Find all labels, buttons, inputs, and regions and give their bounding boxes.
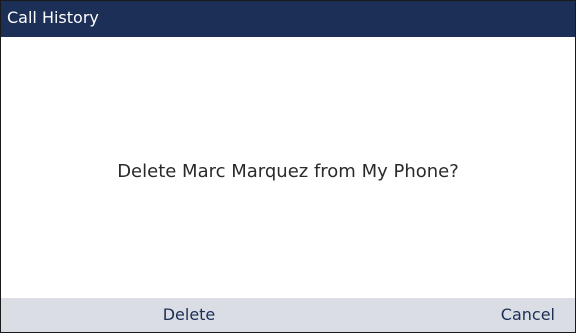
delete-softkey[interactable]: Delete (161, 298, 217, 332)
softkey-bar: Delete Cancel (1, 298, 575, 332)
confirmation-dialog: Delete Marc Marquez from My Phone? (1, 45, 575, 298)
cancel-softkey[interactable]: Cancel (495, 298, 555, 332)
title-bar: Call History (1, 1, 575, 45)
confirmation-message: Delete Marc Marquez from My Phone? (117, 161, 459, 182)
screen-title: Call History (7, 8, 99, 27)
phone-screen: Call History Delete Marc Marquez from My… (0, 0, 576, 333)
